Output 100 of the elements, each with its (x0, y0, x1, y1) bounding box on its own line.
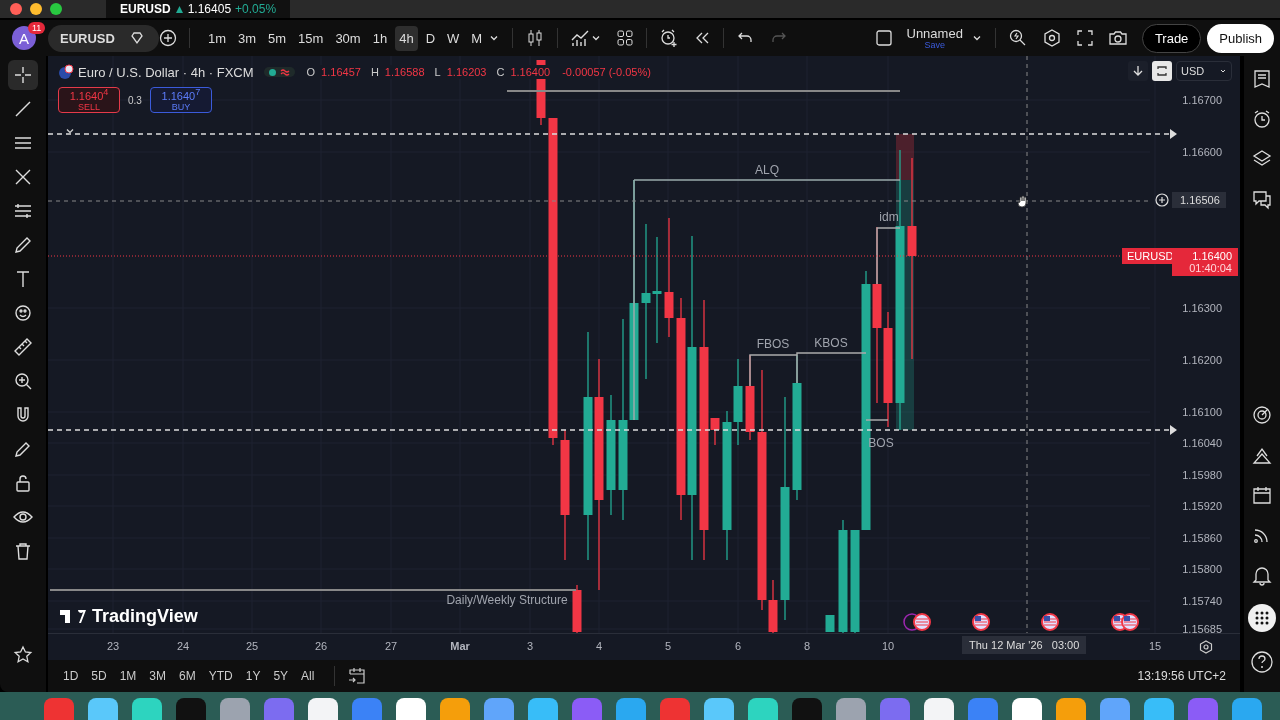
range-button[interactable]: All (296, 666, 320, 686)
alarm-clock-icon[interactable] (1251, 108, 1273, 130)
add-symbol-icon[interactable] (158, 29, 177, 47)
price-axis-label: 1.15685 (1182, 623, 1222, 634)
interval-button[interactable]: W (443, 25, 464, 51)
ohlc-value: 1.16588 (382, 65, 427, 79)
calendar-icon[interactable] (1251, 484, 1273, 506)
alarm-clock-icon[interactable] (659, 28, 680, 48)
chevron-down-icon[interactable] (1219, 67, 1227, 75)
time-axis-label: 10 (881, 640, 895, 653)
range-button[interactable]: YTD (203, 666, 238, 686)
search-icon[interactable] (1007, 28, 1028, 48)
target-icon[interactable] (1251, 404, 1273, 426)
range-button[interactable]: 1M (114, 666, 142, 686)
price-axis-label: 1.16600 (1182, 146, 1222, 158)
logo-text: TradingView (92, 606, 198, 627)
price-axis-label: 1.16040 (1182, 437, 1222, 449)
structure-label: KBOS (814, 336, 848, 350)
price-axis-label: 1.15740 (1182, 595, 1222, 607)
time-axis-label: 15 (1148, 640, 1162, 653)
interval-button[interactable]: 15m (294, 25, 328, 51)
add-alert-icon[interactable] (1154, 192, 1170, 208)
settings-icon[interactable] (1041, 28, 1062, 48)
save-link[interactable]: Save (924, 40, 945, 50)
price-axis-label: 1.16300 (1182, 302, 1222, 314)
trade-button[interactable]: Trade (1141, 23, 1202, 53)
structure-label: ALQ (755, 163, 779, 177)
interval-button[interactable]: 1h (368, 25, 392, 51)
candle (572, 584, 582, 634)
bell-icon[interactable] (1251, 564, 1273, 586)
crosshair-tool-icon[interactable] (8, 60, 38, 90)
candle (825, 614, 835, 633)
ohlc-label: H (370, 66, 379, 78)
range-button[interactable]: 3M (144, 666, 172, 686)
checkbox-icon[interactable] (874, 29, 893, 47)
price-axis-label: 1.16100 (1182, 406, 1222, 418)
flag-icon (903, 613, 931, 631)
sync-icon[interactable] (1152, 61, 1172, 81)
structure-label: idm (879, 210, 899, 224)
indicators-icon[interactable] (570, 28, 591, 48)
settings-icon[interactable] (1198, 639, 1214, 656)
structure-label: FBOS (756, 337, 790, 351)
time-axis-label: 6 (734, 640, 742, 653)
flag-icon (1121, 613, 1139, 631)
time-axis-label: 26 (314, 640, 328, 653)
range-button[interactable]: 5Y (268, 666, 294, 686)
ohlc-value: 1.16400 (508, 65, 553, 79)
publish-button[interactable]: Publish (1207, 23, 1274, 53)
scroll-down-icon[interactable] (1128, 61, 1148, 81)
interval-button[interactable]: 5m (264, 25, 291, 51)
buy-button[interactable]: 1.1640$^{7}$ BUY (149, 87, 212, 113)
structure-label: Daily/Weekly Structure (446, 593, 568, 607)
range-button[interactable]: 5D (86, 666, 112, 686)
time-axis-label: 3 (526, 640, 534, 653)
notification-badge: 11 (28, 22, 46, 34)
interval-button[interactable]: 30m (331, 25, 365, 51)
interval-button[interactable]: D (421, 25, 439, 51)
time-axis-label: 27 (384, 640, 398, 653)
close-window-icon[interactable] (10, 3, 22, 15)
interval-button[interactable]: M (467, 25, 487, 51)
minimize-window-icon[interactable] (30, 3, 42, 15)
price-axis-label: 1.15800 (1182, 563, 1222, 575)
spread-value: 0.3 (128, 94, 142, 106)
symbol-search-field[interactable]: EURUSD (48, 24, 159, 52)
hand-cursor-icon (1017, 195, 1029, 209)
watchlist-icon[interactable] (1251, 68, 1273, 90)
price-change: -0.00057 (-0.05%) (560, 65, 653, 79)
flag-icon (972, 613, 990, 631)
range-button[interactable]: 6M (174, 666, 201, 686)
currency-dropdown[interactable]: USD (1176, 61, 1232, 81)
price-axis-label: 1.15920 (1182, 500, 1222, 512)
logo-icon (60, 609, 86, 624)
maximize-window-icon[interactable] (50, 3, 62, 15)
price-axis-label: 1.15980 (1182, 469, 1222, 481)
layout-grid-icon[interactable] (616, 29, 635, 47)
layout-name[interactable]: Unnamed (906, 26, 963, 40)
symbol-title[interactable]: Euro / U.S. Dollar · 4h · FXCM (78, 64, 254, 80)
browser-tab[interactable]: EURUSD 1.16405 +0.05% (106, 0, 291, 18)
camera-icon[interactable] (1107, 28, 1128, 48)
help-icon[interactable] (1250, 650, 1274, 674)
range-button[interactable]: 1D (58, 666, 84, 686)
calendar-icon[interactable] (347, 666, 368, 686)
time-axis-label: 8 (803, 640, 811, 653)
range-button[interactable]: 1Y (240, 666, 266, 686)
ohlc-label: C (496, 66, 505, 78)
sell-button[interactable]: 1.1640$^{4}$ SELL (58, 87, 120, 113)
price-axis-label: 1.15860 (1182, 532, 1222, 544)
price-axis-label: 1.16200 (1182, 354, 1222, 366)
fullscreen-icon[interactable] (1075, 29, 1094, 47)
time-axis-label: 24 (176, 640, 190, 653)
chat-icon[interactable] (1251, 188, 1273, 210)
crosshair-price-label: 1.16506 (1172, 192, 1226, 208)
apps-grid-icon[interactable] (1248, 604, 1276, 632)
price-axis-label: 1.16700 (1182, 94, 1222, 106)
interval-button[interactable]: 1m (203, 25, 230, 51)
interval-button[interactable]: 4h (395, 25, 418, 51)
ohlc-label: L (434, 66, 441, 78)
clock-time: 13:19:56 UTC+2 (1137, 669, 1226, 683)
time-axis-label: Mar (450, 640, 470, 653)
interval-button[interactable]: 3m (233, 25, 261, 51)
